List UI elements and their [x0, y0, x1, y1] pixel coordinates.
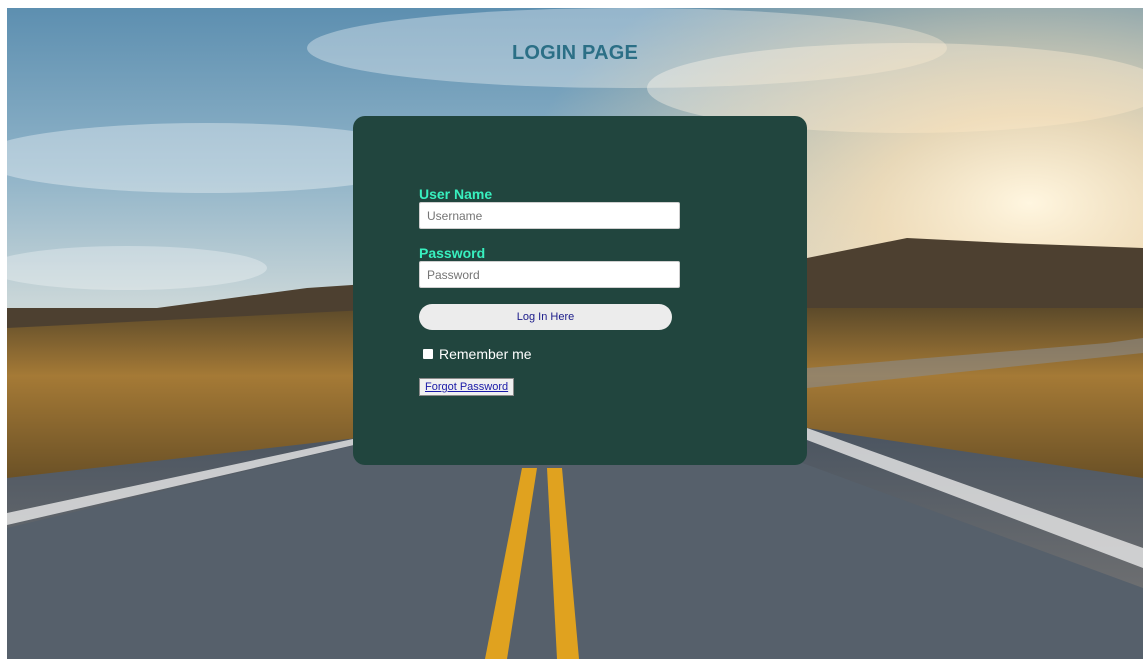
- remember-me-checkbox[interactable]: [423, 349, 433, 359]
- password-input[interactable]: [419, 261, 680, 288]
- login-card: User Name Password Log In Here Remember …: [353, 116, 807, 465]
- remember-me-label: Remember me: [439, 346, 532, 362]
- page-title: LOGIN PAGE: [511, 42, 639, 64]
- remember-me-row[interactable]: Remember me: [423, 346, 532, 362]
- password-label: Password: [419, 245, 486, 261]
- background-scene: LOGIN PAGE User Name Password Log In Her…: [7, 8, 1143, 659]
- login-button[interactable]: Log In Here: [419, 304, 672, 330]
- forgot-password-button[interactable]: Forgot Password: [419, 378, 515, 396]
- username-label: User Name: [419, 186, 493, 202]
- username-input[interactable]: [419, 202, 680, 229]
